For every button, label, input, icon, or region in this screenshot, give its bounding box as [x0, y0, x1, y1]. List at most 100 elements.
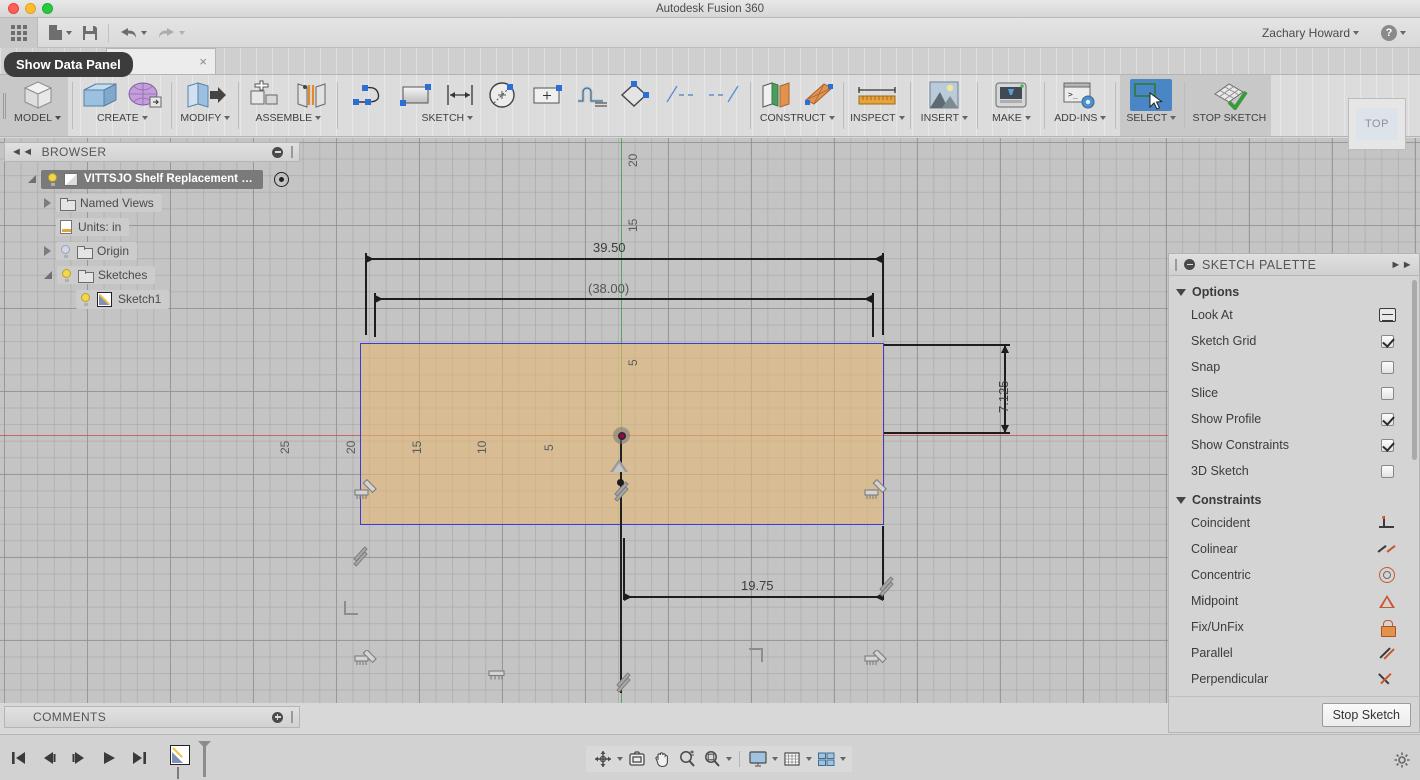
- joint-icon[interactable]: [289, 78, 333, 112]
- expand-right-icon[interactable]: ►►: [1390, 259, 1413, 271]
- fit-icon[interactable]: [701, 748, 723, 770]
- go-to-end-icon[interactable]: [130, 748, 148, 768]
- named-views-pill[interactable]: Named Views: [56, 194, 162, 212]
- ribbon-grip[interactable]: [0, 75, 7, 136]
- palette-row-parallel[interactable]: Parallel: [1169, 640, 1419, 666]
- ribbon-workspace-model[interactable]: MODEL: [0, 75, 68, 136]
- chevron-down-icon[interactable]: [1176, 289, 1186, 296]
- visibility-bulb-off-icon[interactable]: [60, 245, 71, 258]
- palette-row-coincident[interactable]: Coincident: [1169, 510, 1419, 536]
- ribbon-label-assemble[interactable]: ASSEMBLE: [256, 112, 322, 124]
- help-menu[interactable]: ?: [1377, 23, 1410, 43]
- account-menu[interactable]: Zachary Howard: [1258, 24, 1363, 42]
- palette-scrollbar[interactable]: [1412, 280, 1417, 460]
- ribbon-label-stop-sketch[interactable]: STOP SKETCH: [1192, 112, 1266, 124]
- palette-section-constraints[interactable]: Constraints: [1169, 490, 1419, 510]
- undo-arrow-icon[interactable]: [115, 24, 151, 42]
- palette-row-show-constraints[interactable]: Show Constraints: [1169, 432, 1419, 458]
- palette-row-midpoint[interactable]: Midpoint: [1169, 588, 1419, 614]
- browser-item-units[interactable]: Units: in: [4, 215, 300, 239]
- chevron-down-icon[interactable]: [55, 116, 61, 120]
- sketches-pill[interactable]: Sketches: [57, 266, 155, 284]
- chevron-down-icon[interactable]: [840, 757, 846, 761]
- ribbon-group-insert[interactable]: INSERT: [915, 75, 973, 136]
- browser-item-named-views[interactable]: Named Views: [4, 191, 300, 215]
- redo-arrow-icon[interactable]: [153, 24, 189, 42]
- chevron-down-icon[interactable]: [142, 116, 148, 120]
- sketch-feature-icon[interactable]: [170, 745, 190, 765]
- slice-checkbox[interactable]: [1381, 387, 1394, 400]
- ribbon-label-insert[interactable]: INSERT: [921, 112, 968, 124]
- polygon-icon[interactable]: [614, 78, 658, 112]
- snap-checkbox[interactable]: [1381, 361, 1394, 374]
- view-cube[interactable]: TOP: [1348, 98, 1406, 150]
- panel-resize-grip[interactable]: [291, 146, 293, 158]
- chevron-collapsed-icon[interactable]: [44, 246, 51, 256]
- sketch1-pill[interactable]: Sketch1: [76, 290, 169, 309]
- browser-item-sketches[interactable]: Sketches: [4, 263, 300, 287]
- minimize-icon[interactable]: [272, 147, 283, 158]
- sketch-grid-checkbox[interactable]: [1381, 335, 1394, 348]
- units-pill[interactable]: Units: in: [56, 218, 129, 236]
- midpoint-icon[interactable]: [1379, 595, 1395, 608]
- zoom-icon[interactable]: [676, 748, 698, 770]
- chevron-expanded-icon[interactable]: [28, 175, 36, 183]
- chevron-down-icon[interactable]: [467, 116, 473, 120]
- create-form-icon[interactable]: [123, 78, 167, 112]
- extrude-icon[interactable]: [77, 78, 123, 112]
- stop-sketch-button[interactable]: Stop Sketch: [1322, 703, 1411, 727]
- select-cursor-icon[interactable]: [1122, 78, 1180, 112]
- display-settings-icon[interactable]: [747, 748, 769, 770]
- parallel-constraint-icon-bottom[interactable]: [615, 674, 630, 689]
- zoom-window-button[interactable]: [42, 3, 53, 14]
- go-to-start-icon[interactable]: [10, 748, 28, 768]
- show-profile-checkbox[interactable]: [1381, 413, 1394, 426]
- construct-plane-icon[interactable]: [755, 78, 799, 112]
- fix-constraint-icon-tr[interactable]: [864, 478, 890, 509]
- palette-row-sketch-grid[interactable]: Sketch Grid: [1169, 328, 1419, 354]
- chevron-down-icon[interactable]: [141, 31, 147, 35]
- horizontal-constraint-icon-bottom[interactable]: [488, 669, 508, 687]
- ribbon-label-create[interactable]: CREATE: [97, 112, 148, 124]
- save-icon[interactable]: [78, 23, 102, 43]
- 3d-print-icon[interactable]: [982, 78, 1040, 112]
- chevron-down-icon[interactable]: [829, 116, 835, 120]
- ribbon-label-make[interactable]: MAKE: [992, 112, 1031, 124]
- ribbon-label-construct[interactable]: CONSTRUCT: [760, 112, 835, 124]
- 3d-sketch-checkbox[interactable]: [1381, 465, 1394, 478]
- press-pull-icon[interactable]: [176, 78, 234, 112]
- circle-icon[interactable]: [482, 78, 526, 112]
- rectangle-icon[interactable]: [394, 78, 438, 112]
- dimension-19-75[interactable]: 19.75: [741, 578, 774, 593]
- fix-constraint-icon-tl[interactable]: [354, 478, 372, 491]
- palette-row-show-profile[interactable]: Show Profile: [1169, 406, 1419, 432]
- new-component-icon[interactable]: [243, 78, 289, 112]
- dimension-icon[interactable]: [438, 78, 482, 112]
- origin-pill[interactable]: Origin: [56, 242, 137, 260]
- chevron-down-icon[interactable]: [1025, 116, 1031, 120]
- app-grid-icon[interactable]: [0, 18, 38, 48]
- collapse-left-icon[interactable]: ◄◄: [11, 146, 34, 158]
- construction-line-icon[interactable]: [658, 78, 702, 112]
- chevron-expanded-icon[interactable]: [44, 271, 52, 279]
- ribbon-label-addins[interactable]: ADD-INS: [1054, 112, 1106, 124]
- ribbon-label-modify[interactable]: MODIFY: [180, 112, 230, 124]
- ribbon-group-sketch[interactable]: SKETCH: [342, 75, 746, 136]
- ribbon-group-modify[interactable]: MODIFY: [176, 75, 234, 136]
- palette-row-slice[interactable]: Slice: [1169, 380, 1419, 406]
- palette-section-options[interactable]: Options: [1169, 282, 1419, 302]
- rectangle-center-icon[interactable]: [526, 78, 570, 112]
- parallel-constraint-icon-right[interactable]: [878, 578, 893, 593]
- dimension-7-125[interactable]: 7.125: [996, 380, 1011, 413]
- chevron-down-icon[interactable]: [1170, 116, 1176, 120]
- show-constraints-checkbox[interactable]: [1381, 439, 1394, 452]
- timeline-feature-sketch1[interactable]: [170, 745, 190, 770]
- ribbon-button-model[interactable]: MODEL: [7, 75, 68, 136]
- component-row-pill[interactable]: VITTSJO Shelf Replacement …: [41, 170, 263, 189]
- viewports-icon[interactable]: [815, 748, 837, 770]
- chevron-down-icon[interactable]: [224, 116, 230, 120]
- perpendicular-icon[interactable]: [1379, 672, 1395, 686]
- chevron-down-icon[interactable]: [806, 757, 812, 761]
- chevron-down-icon[interactable]: [315, 116, 321, 120]
- palette-row-3d-sketch[interactable]: 3D Sketch: [1169, 458, 1419, 484]
